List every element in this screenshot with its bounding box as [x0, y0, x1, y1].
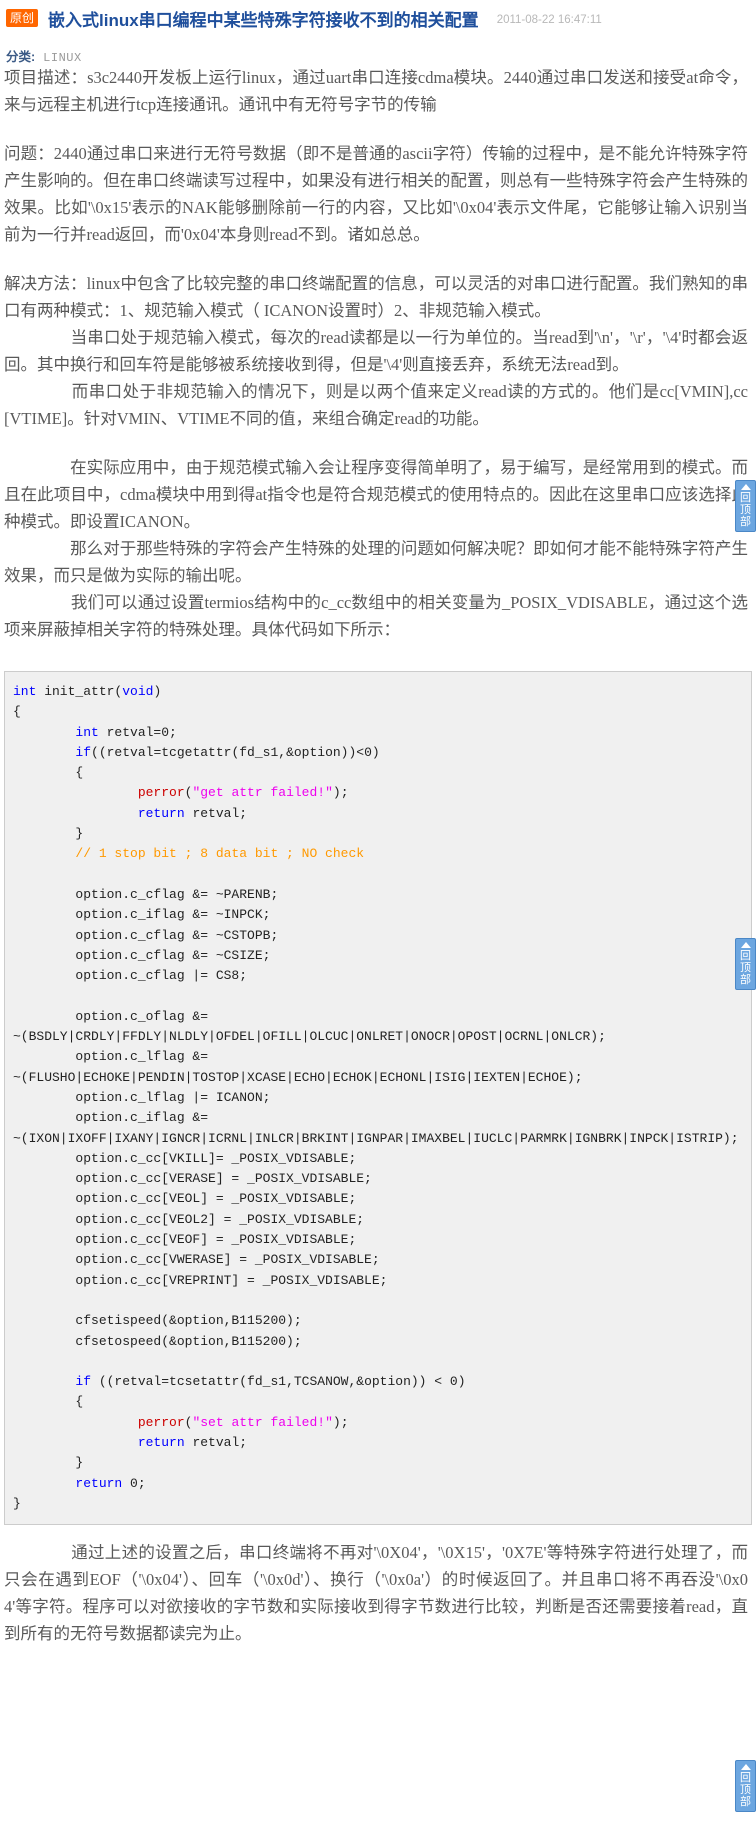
back-to-top-button-2[interactable]: 回顶部: [735, 938, 756, 990]
code-content: int init_attr(void) { int retval=0; if((…: [13, 684, 739, 1511]
back-to-top-label-3: 回顶部: [740, 1772, 751, 1808]
category-link-linux[interactable]: LINUX: [43, 51, 82, 65]
paragraph-termios-cc: 我们可以通过设置termios结构中的c_cc数组中的相关变量为_POSIX_V…: [4, 593, 748, 639]
triangle-up-icon: [740, 942, 751, 948]
paragraph-question-howto: 那么对于那些特殊的字符会产生特殊的处理的问题如何解决呢？即如何才能不能特殊字符产…: [4, 539, 749, 585]
paragraph-noncanonical-mode: 而串口处于非规范输入的情况下，则是以两个值来定义read读的方式的。他们是cc[…: [4, 382, 748, 428]
back-to-top-button-1[interactable]: 回顶部: [735, 480, 756, 532]
post-header: 原创 嵌入式linux串口编程中某些特殊字符接收不到的相关配置 2011-08-…: [0, 0, 756, 30]
paragraph-practical-usage: 在实际应用中，由于规范模式输入会让程序变得简单明了，易于编写，是经常用到的模式。…: [4, 458, 749, 531]
paragraph-solution: 解决方法：linux中包含了比较完整的串口终端配置的信息，可以灵活的对串口进行配…: [4, 274, 748, 320]
back-to-top-label-1: 回顶部: [740, 492, 751, 528]
paragraph-conclusion: 通过上述的设置之后，串口终端将不再对'\0X04'，'\0X15'，'0X7E'…: [4, 1543, 749, 1644]
back-to-top-button-3[interactable]: 回顶部: [735, 1760, 756, 1812]
paragraph-project-description: 项目描述：s3c2440开发板上运行linux，通过uart串口连接cdma模块…: [4, 68, 748, 114]
triangle-up-icon: [740, 484, 751, 490]
paragraph-canonical-mode: 当串口处于规范输入模式，每次的read读都是以一行为单位的。当read到'\n'…: [4, 328, 749, 374]
original-badge: 原创: [6, 9, 39, 27]
paragraph-problem: 问题：2440通过串口来进行无符号数据（即不是普通的ascii字符）传输的过程中…: [4, 144, 748, 244]
code-block[interactable]: int init_attr(void) { int retval=0; if((…: [4, 671, 752, 1526]
category-label: 分类:: [6, 50, 36, 64]
page-title: 嵌入式linux串口编程中某些特殊字符接收不到的相关配置: [48, 10, 479, 30]
triangle-up-icon: [740, 1764, 751, 1770]
category-row: 分类: LINUX: [0, 30, 756, 65]
article-footer: 通过上述的设置之后，串口终端将不再对'\0X04'，'\0X15'，'0X7E'…: [0, 1525, 756, 1647]
back-to-top-label-2: 回顶部: [740, 950, 751, 986]
post-timestamp: 2011-08-22 16:47:11: [496, 13, 602, 26]
article-body: 项目描述：s3c2440开发板上运行linux，通过uart串口连接cdma模块…: [0, 58, 756, 643]
